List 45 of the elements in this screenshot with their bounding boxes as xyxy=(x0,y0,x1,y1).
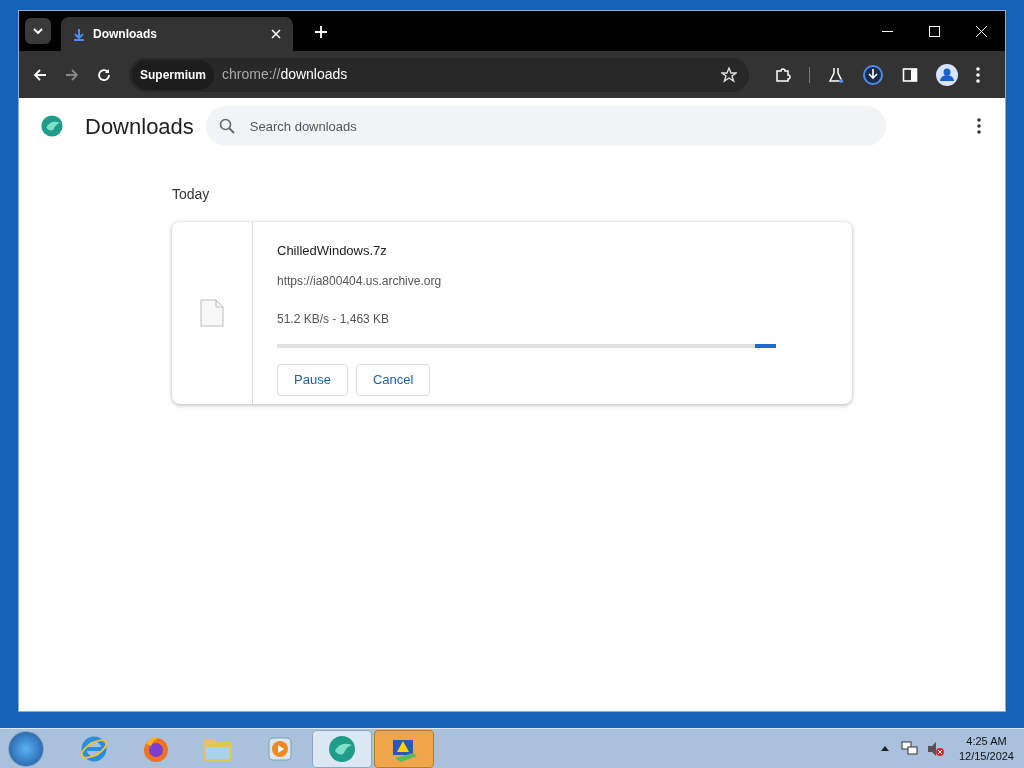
site-chip: Supermium xyxy=(132,59,214,90)
chevron-down-icon xyxy=(33,28,43,34)
close-icon[interactable] xyxy=(976,25,987,37)
menu-icon[interactable] xyxy=(976,66,980,83)
clock-time: 4:25 AM xyxy=(966,733,1007,749)
taskbar-button[interactable] xyxy=(312,729,372,768)
download-status: 51.2 KB/s - 1,463 KB xyxy=(277,310,391,328)
search-field[interactable]: Search downloads xyxy=(205,106,886,146)
forward-arrow-icon[interactable] xyxy=(65,67,79,82)
file-name: ChilledWindows.7z xyxy=(277,242,388,260)
taskbar-button[interactable] xyxy=(374,729,434,768)
search-icon xyxy=(218,118,235,134)
tab-list-button[interactable] xyxy=(25,18,51,44)
date-heading: Today xyxy=(172,185,211,204)
flask-icon[interactable] xyxy=(828,66,844,83)
side-panel-icon[interactable] xyxy=(902,66,918,83)
file-icon xyxy=(200,299,224,327)
puzzle-piece-icon[interactable] xyxy=(775,66,791,83)
menu-icon[interactable] xyxy=(977,118,981,134)
back-arrow-icon[interactable] xyxy=(33,67,47,82)
download-progress-icon[interactable] xyxy=(862,63,884,86)
browser-tab[interactable]: Downloads xyxy=(61,17,293,51)
address-scheme: chrome:// xyxy=(222,65,281,84)
orb-icon xyxy=(39,113,65,139)
clock[interactable]: 4:25 AM 12/15/2024 xyxy=(958,733,1014,764)
muted-speaker-icon[interactable] xyxy=(926,740,945,757)
reload-icon[interactable] xyxy=(97,67,111,82)
new-tab-icon[interactable] xyxy=(315,26,327,38)
maximize-icon[interactable] xyxy=(929,25,940,37)
action-button[interactable]: Pause xyxy=(277,363,348,396)
network-icon[interactable] xyxy=(900,740,919,757)
page-title: Downloads xyxy=(85,112,194,141)
action-button[interactable]: Cancel xyxy=(355,363,431,396)
address-path: downloads xyxy=(280,65,348,84)
address-bar[interactable]: Supermium chrome://downloads xyxy=(129,57,749,92)
close-icon[interactable] xyxy=(271,29,281,39)
clock-date: 12/15/2024 xyxy=(958,748,1014,764)
caret-up-icon[interactable] xyxy=(880,746,889,751)
source-url: https://ia800404.us.archive.org xyxy=(277,272,443,290)
star-icon[interactable] xyxy=(721,66,737,83)
start-button[interactable] xyxy=(8,730,44,767)
tab-title: Downloads xyxy=(93,26,158,43)
download-icon xyxy=(73,27,85,41)
play-icon xyxy=(267,735,293,762)
profile-icon[interactable] xyxy=(936,63,958,86)
